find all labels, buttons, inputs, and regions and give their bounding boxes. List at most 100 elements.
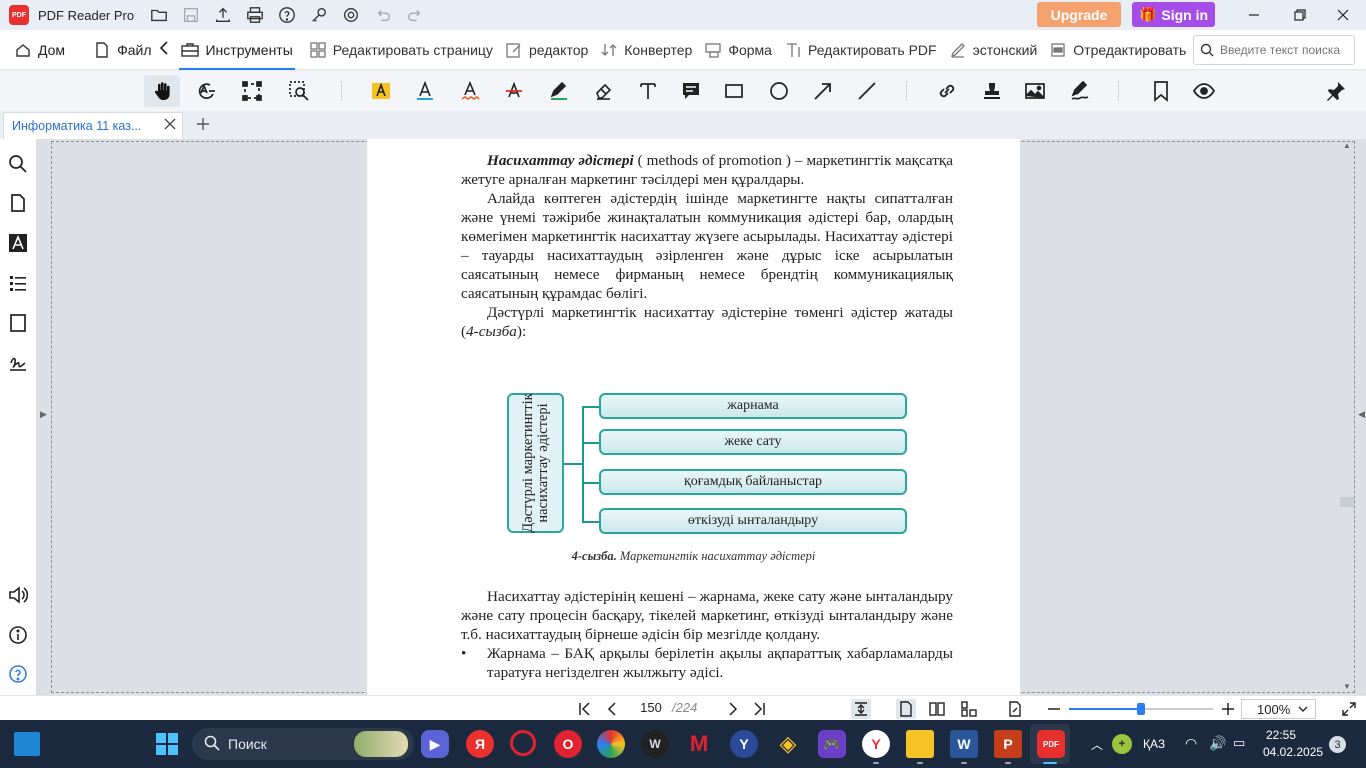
text-select-icon[interactable] [189,75,225,107]
menu-form[interactable]: Форма [698,30,778,70]
opera-gx-icon[interactable] [510,730,536,756]
document-tab[interactable]: Информатика 11 каз... [3,112,183,139]
tray-chevron-up-icon[interactable]: ︿ [1091,736,1103,753]
taskbar-search[interactable]: Поиск [192,728,414,760]
bookmark-icon[interactable] [6,311,30,335]
menu-scroll-left[interactable] [157,30,171,70]
menu-converter[interactable]: Конвертер [594,30,698,70]
book-mode-icon[interactable] [959,699,979,719]
search-icon[interactable] [6,152,30,176]
underline-icon[interactable] [407,75,443,107]
wifi-icon[interactable]: ◠ [1185,735,1197,752]
upgrade-button[interactable]: Upgrade [1037,2,1121,27]
circle-icon[interactable] [761,75,797,107]
strikethrough-icon[interactable] [496,75,532,107]
binance-icon[interactable]: ◈ [774,730,802,758]
y-app-icon[interactable]: Y [730,730,758,758]
menu-edit-page[interactable]: Редактировать страницу [303,30,499,70]
arrow-icon[interactable] [805,75,841,107]
collapse-right-icon[interactable]: ◀ [1358,409,1365,420]
widgets-icon[interactable] [14,732,40,756]
fit-page-icon[interactable] [851,699,871,719]
document-viewer[interactable]: ▶ ◀ ▲ ▼ Насихаттау әдістері ( methods of… [36,139,1366,695]
wot-icon[interactable]: W [641,730,669,758]
previous-page-icon[interactable] [602,699,622,719]
file-explorer-icon[interactable] [906,730,934,758]
yandex-browser-icon[interactable]: Y [862,730,890,758]
start-icon[interactable] [153,730,181,758]
menu-sign[interactable]: эстонский [943,30,1044,70]
scroll-up-icon[interactable]: ▲ [1343,141,1351,150]
close-window-button[interactable] [1320,0,1366,30]
zoom-in-icon[interactable] [1218,699,1238,719]
game-app-icon[interactable]: 🎮 [818,730,846,758]
close-tab-icon[interactable] [164,118,176,133]
last-page-icon[interactable] [749,699,769,719]
line-icon[interactable] [849,75,885,107]
bookmark-icon[interactable] [1143,75,1179,107]
key-icon[interactable] [308,4,330,26]
clock-time[interactable]: 22:55 [1266,728,1296,742]
fullscreen-icon[interactable] [1339,699,1359,719]
signature-icon[interactable] [1062,75,1098,107]
word-icon[interactable]: W [950,730,978,758]
battery-icon[interactable]: ▭ [1233,735,1245,751]
squiggly-icon[interactable] [452,75,488,107]
powerpoint-icon[interactable]: P [994,730,1022,758]
link-icon[interactable] [929,75,965,107]
area-select-icon[interactable] [234,75,270,107]
next-page-icon[interactable] [723,699,743,719]
sign-in-button[interactable]: 🎁 Sign in [1132,2,1215,27]
mirror-app-icon[interactable]: M [685,730,713,758]
new-tab-icon[interactable] [194,115,212,133]
menu-editor[interactable]: редактор [499,30,594,70]
maximize-button[interactable] [1277,0,1323,30]
open-folder-icon[interactable] [148,4,170,26]
current-page-field[interactable]: 150 [636,700,666,715]
signature-panel-icon[interactable] [6,351,30,375]
annotations-icon[interactable] [6,231,30,255]
zoom-select[interactable]: 100% [1241,699,1316,719]
eye-icon[interactable] [1186,75,1222,107]
single-page-icon[interactable] [896,699,916,719]
scroll-down-icon[interactable]: ▼ [1343,682,1351,691]
highlight-icon[interactable] [363,75,399,107]
notification-badge[interactable]: 3 [1329,736,1346,753]
search-box[interactable] [1193,35,1355,65]
two-page-icon[interactable] [927,699,947,719]
redo-icon[interactable] [404,4,426,26]
speaker-icon[interactable] [6,583,30,607]
opera-icon[interactable]: O [554,730,582,758]
settings-icon[interactable] [340,4,362,26]
pen-icon[interactable] [541,75,577,107]
tray-app-icon[interactable]: + [1112,734,1132,754]
image-icon[interactable] [1017,75,1053,107]
clock-date[interactable]: 04.02.2025 [1263,745,1323,759]
thumbnails-icon[interactable] [6,191,30,215]
share-icon[interactable] [212,4,234,26]
yandex-icon[interactable]: Я [466,730,494,758]
hand-tool-icon[interactable] [144,75,180,107]
menu-file[interactable]: Файл [87,30,157,70]
note-icon[interactable] [673,75,709,107]
menu-edit-pdf[interactable]: Редактировать PDF [778,30,943,70]
page-settings-icon[interactable] [1005,699,1025,719]
search-input[interactable] [1220,43,1350,57]
browser-icon[interactable] [597,730,625,758]
menu-redact[interactable]: Отредактировать [1043,30,1192,70]
help-icon[interactable] [276,4,298,26]
zoom-out-icon[interactable] [1044,699,1064,719]
scrollbar-thumb[interactable] [1340,497,1354,507]
menu-tools[interactable]: Инструменты [175,30,298,70]
print-icon[interactable] [244,4,266,26]
rectangle-icon[interactable] [716,75,752,107]
minimize-button[interactable] [1231,0,1277,30]
volume-icon[interactable]: 🔊 [1209,735,1226,752]
keyboard-language[interactable]: ҚАЗ [1143,737,1165,751]
undo-icon[interactable] [372,4,394,26]
meet-app-icon[interactable]: ▶ [421,730,449,758]
info-icon[interactable] [6,623,30,647]
first-page-icon[interactable] [575,699,595,719]
stamp-icon[interactable] [974,75,1010,107]
save-icon[interactable] [180,4,202,26]
